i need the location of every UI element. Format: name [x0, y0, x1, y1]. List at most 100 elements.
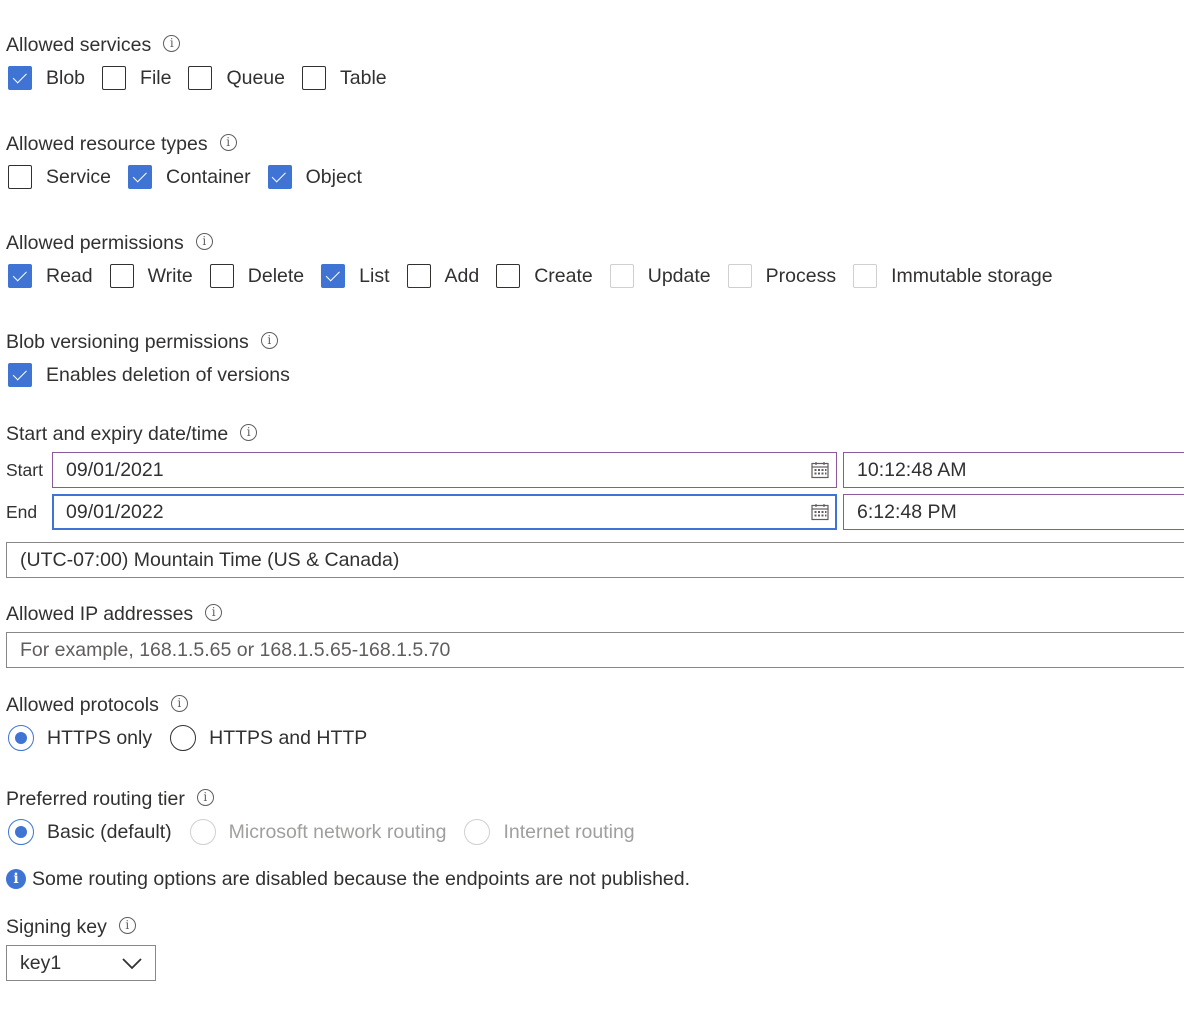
signing-key-label: Signing key i: [6, 914, 136, 940]
checkbox-checked-icon[interactable]: [8, 264, 32, 288]
checkbox-update: Update: [609, 264, 711, 288]
checkbox-label: Update: [647, 264, 711, 287]
timezone-select[interactable]: (UTC-07:00) Mountain Time (US & Canada): [6, 542, 1184, 578]
checkbox-checked-icon[interactable]: [8, 363, 32, 387]
end-time-input[interactable]: 6:12:48 PM: [843, 494, 1184, 530]
allowed-resource-types-label: Allowed resource types i: [6, 131, 237, 157]
start-date-input[interactable]: 09/01/2021: [52, 452, 837, 488]
checkbox-label: Read: [46, 264, 93, 287]
info-icon[interactable]: i: [170, 695, 188, 713]
checkbox-empty-icon[interactable]: [188, 66, 213, 90]
checkbox-read[interactable]: Read: [8, 264, 93, 288]
radio-label: HTTPS only: [47, 726, 153, 749]
ip-address-input[interactable]: For example, 168.1.5.65 or 168.1.5.65-16…: [6, 632, 1184, 668]
checkbox-label: Service: [46, 165, 112, 188]
checkbox-label: Process: [765, 264, 837, 287]
checkbox-empty-icon[interactable]: [209, 264, 234, 288]
allowed-protocols-group: HTTPS only HTTPS and HTTP: [8, 724, 385, 752]
calendar-icon[interactable]: [811, 461, 829, 479]
info-icon[interactable]: i: [205, 604, 223, 622]
checkbox-label: Add: [444, 264, 480, 287]
checkbox-list[interactable]: List: [321, 264, 390, 288]
info-icon[interactable]: i: [196, 789, 214, 807]
checkbox-enables-deletion-of-versions[interactable]: Enables deletion of versions: [8, 363, 290, 387]
info-icon[interactable]: i: [163, 35, 181, 53]
info-icon[interactable]: i: [260, 332, 278, 350]
radio-label: Microsoft network routing: [228, 820, 447, 843]
radio-empty-icon: [464, 819, 491, 845]
checkbox-label: Immutable storage: [891, 264, 1053, 287]
checkbox-label: Container: [166, 165, 251, 188]
routing-info-note: i Some routing options are disabled beca…: [6, 866, 690, 892]
checkbox-add[interactable]: Add: [406, 264, 480, 288]
checkbox-empty-icon[interactable]: [8, 165, 32, 189]
checkbox-empty-icon[interactable]: [406, 264, 431, 288]
radio-https-only[interactable]: HTTPS only: [8, 725, 152, 751]
radio-empty-icon[interactable]: [170, 725, 197, 751]
checkbox-service[interactable]: Service: [8, 165, 111, 189]
checkbox-object[interactable]: Object: [267, 165, 362, 189]
checkbox-queue[interactable]: Queue: [188, 66, 285, 90]
allowed-ip-label: Allowed IP addresses i: [6, 601, 223, 627]
checkbox-label: List: [359, 264, 390, 287]
radio-label: HTTPS and HTTP: [209, 726, 368, 749]
checkbox-empty-icon[interactable]: [109, 264, 134, 288]
checkbox-immutable-storage: Immutable storage: [853, 264, 1053, 288]
radio-basic-default[interactable]: Basic (default): [8, 819, 172, 845]
checkbox-label: Object: [305, 165, 362, 188]
checkbox-write[interactable]: Write: [109, 264, 193, 288]
routing-tier-group: Basic (default) Microsoft network routing…: [8, 818, 653, 846]
checkbox-checked-icon[interactable]: [321, 264, 346, 288]
allowed-permissions-group: Read Write Delete List Add Create Update Proces…: [8, 262, 1070, 290]
checkbox-table[interactable]: Table: [302, 66, 387, 90]
radio-microsoft-network-routing: Microsoft network routing: [189, 819, 447, 845]
checkbox-checked-icon[interactable]: [267, 165, 292, 189]
radio-internet-routing: Internet routing: [464, 819, 635, 845]
blob-versioning-group: Enables deletion of versions: [8, 361, 307, 389]
checkbox-file[interactable]: File: [102, 66, 171, 90]
allowed-protocols-label: Allowed protocols i: [6, 692, 188, 718]
radio-selected-icon[interactable]: [8, 725, 34, 751]
end-label: End: [6, 502, 38, 522]
checkbox-checked-icon[interactable]: [128, 165, 153, 189]
checkbox-empty-icon[interactable]: [302, 66, 327, 90]
checkbox-label: File: [140, 66, 172, 89]
info-filled-icon: i: [6, 869, 26, 889]
checkbox-blob[interactable]: Blob: [8, 66, 85, 90]
radio-label: Basic (default): [47, 820, 172, 843]
radio-label: Internet routing: [503, 820, 635, 843]
checkbox-label: Create: [534, 264, 593, 287]
allowed-services-label: Allowed services i: [6, 32, 181, 58]
checkbox-label: Table: [340, 66, 387, 89]
info-icon[interactable]: i: [219, 134, 237, 152]
checkbox-container[interactable]: Container: [128, 165, 251, 189]
checkbox-empty-icon: [609, 264, 634, 288]
allowed-services-group: Blob File Queue Table: [8, 64, 404, 92]
start-time-input[interactable]: 10:12:48 AM: [843, 452, 1184, 488]
checkbox-label: Blob: [46, 66, 86, 89]
blob-versioning-label: Blob versioning permissions i: [6, 329, 278, 355]
calendar-icon[interactable]: [811, 503, 829, 521]
allowed-resource-types-group: Service Container Object: [8, 163, 379, 191]
start-expiry-label: Start and expiry date/time i: [6, 421, 258, 447]
end-date-input[interactable]: 09/01/2022: [52, 494, 837, 530]
radio-selected-icon[interactable]: [8, 819, 34, 845]
info-icon[interactable]: i: [195, 233, 213, 251]
checkbox-create[interactable]: Create: [496, 264, 593, 288]
signing-key-dropdown[interactable]: key1: [6, 945, 156, 981]
checkbox-label: Write: [147, 264, 193, 287]
checkbox-label: Delete: [247, 264, 305, 287]
info-icon[interactable]: i: [118, 917, 136, 935]
checkbox-label: Queue: [226, 66, 286, 89]
checkbox-delete[interactable]: Delete: [209, 264, 305, 288]
checkbox-empty-icon[interactable]: [496, 264, 521, 288]
info-icon[interactable]: i: [240, 424, 258, 442]
checkbox-checked-icon[interactable]: [8, 66, 32, 90]
checkbox-empty-icon: [727, 264, 752, 288]
allowed-permissions-label: Allowed permissions i: [6, 230, 213, 256]
radio-empty-icon: [189, 819, 216, 845]
radio-https-and-http[interactable]: HTTPS and HTTP: [170, 725, 367, 751]
checkbox-empty-icon[interactable]: [102, 66, 127, 90]
routing-tier-label: Preferred routing tier i: [6, 786, 214, 812]
checkbox-label: Enables deletion of versions: [46, 363, 290, 386]
